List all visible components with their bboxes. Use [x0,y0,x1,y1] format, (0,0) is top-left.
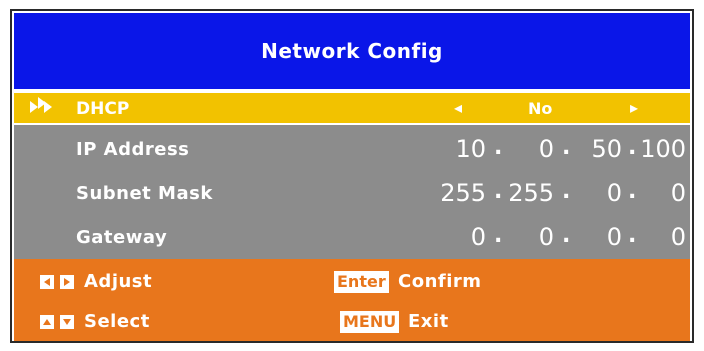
ip-octet-3[interactable]: 50 [574,135,622,163]
dialog-header: Network Config [14,13,690,89]
dhcp-label: DHCP [76,99,130,119]
confirm-hint: Confirm [398,271,482,292]
menu-key: MENU [340,311,400,333]
selection-arrows-icon [30,97,52,113]
gateway-octet-1[interactable]: 0 [434,223,486,251]
subnet-mask-value[interactable]: 255 . 255 . 0 . 0 [434,179,690,209]
gateway-row[interactable]: Gateway 0 . 0 . 0 . 0 [14,217,690,259]
ip-dot: . [494,135,503,160]
down-key-icon [60,315,74,329]
gateway-octet-3[interactable]: 0 [574,223,622,251]
right-key-icon [60,275,74,289]
subnet-dot: . [562,179,571,204]
network-config-dialog: Network Config DHCP ◂ No ▸ IP Address 10… [10,9,694,343]
subnet-octet-3[interactable]: 0 [574,179,622,207]
dialog-title: Network Config [261,39,443,63]
key-hints-footer: Adjust Enter Confirm Select MENU Exit [14,259,690,341]
ip-octet-4[interactable]: 100 [636,135,686,163]
gateway-dot: . [494,223,503,248]
network-fields: IP Address 10 . 0 . 50 . 100 Subnet Mask… [14,125,690,259]
hint-row-select: Select MENU Exit [14,303,690,343]
dhcp-decrease-arrow[interactable]: ◂ [454,98,462,117]
dhcp-value: No [528,99,553,118]
enter-key: Enter [334,271,389,293]
subnet-dot: . [494,179,503,204]
ip-octet-1[interactable]: 10 [434,135,486,163]
hint-row-adjust: Adjust Enter Confirm [14,263,690,303]
ip-address-value[interactable]: 10 . 0 . 50 . 100 [434,135,690,165]
adjust-hint: Adjust [84,271,153,292]
ip-address-row[interactable]: IP Address 10 . 0 . 50 . 100 [14,129,690,171]
dhcp-row[interactable]: DHCP ◂ No ▸ [14,91,690,125]
gateway-value[interactable]: 0 . 0 . 0 . 0 [434,223,690,253]
up-key-icon [40,315,54,329]
subnet-octet-4[interactable]: 0 [636,179,686,207]
ip-dot: . [562,135,571,160]
ip-octet-2[interactable]: 0 [504,135,554,163]
gateway-octet-4[interactable]: 0 [636,223,686,251]
exit-hint: Exit [408,311,449,332]
gateway-dot: . [562,223,571,248]
subnet-octet-2[interactable]: 255 [504,179,554,207]
subnet-mask-row[interactable]: Subnet Mask 255 . 255 . 0 . 0 [14,173,690,215]
subnet-octet-1[interactable]: 255 [434,179,486,207]
gateway-label: Gateway [76,227,168,248]
ip-address-label: IP Address [76,139,190,160]
dhcp-increase-arrow[interactable]: ▸ [630,98,638,117]
gateway-octet-2[interactable]: 0 [504,223,554,251]
subnet-mask-label: Subnet Mask [76,183,213,204]
select-hint: Select [84,311,150,332]
left-key-icon [40,275,54,289]
